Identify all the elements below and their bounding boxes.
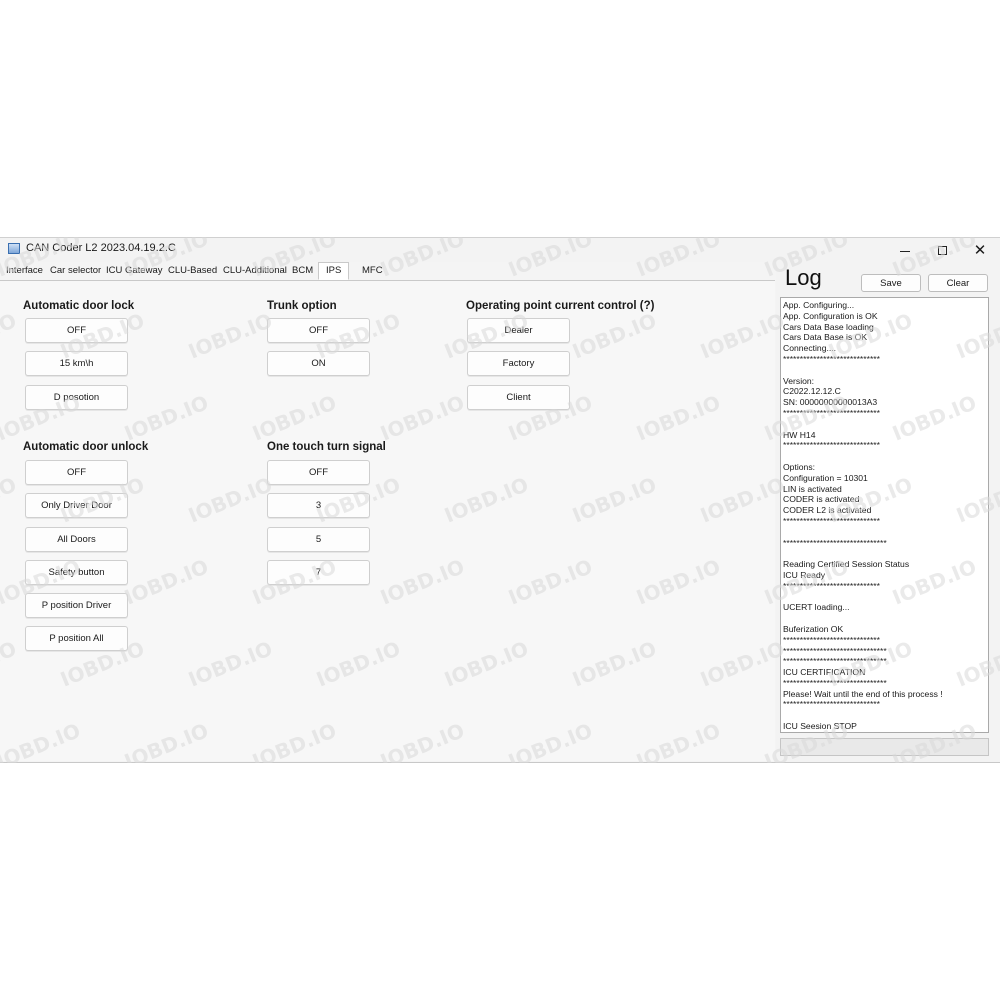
tab-car-selector[interactable]: Car selector	[48, 264, 103, 277]
log-output[interactable]: App. Configuring... App. Configuration is…	[780, 297, 989, 733]
maximize-button[interactable]	[923, 238, 961, 262]
one-touch-5-button[interactable]: 5	[267, 527, 370, 552]
log-line: Cars Data Base is OK	[783, 332, 868, 343]
log-line: Version:	[783, 375, 815, 386]
log-line: SN: 00000000000013A3	[783, 397, 878, 408]
one-touch-7-button[interactable]: 7	[267, 560, 370, 585]
tab-icu-gateway[interactable]: ICU Gateway	[104, 264, 165, 277]
log-line: LIN is activated	[783, 483, 842, 494]
log-status-bar	[780, 738, 989, 756]
log-line: Configuration = 10301	[783, 472, 868, 483]
log-line: ICU Seesion STOP	[783, 721, 857, 732]
trunk-off-button[interactable]: OFF	[267, 318, 370, 343]
log-line: *******************************	[783, 537, 887, 548]
auto-unlock-safety-button[interactable]: Safety button	[25, 560, 128, 585]
screen: CAN Coder L2 2023.04.19.2.C ✕ Interface …	[0, 0, 1000, 1000]
log-line: ICU Ready	[783, 569, 826, 580]
auto-unlock-driver-door-button[interactable]: Only Driver Door	[25, 493, 128, 518]
auto-lock-off-button[interactable]: OFF	[25, 318, 128, 343]
log-panel: Log Save Clear App. Configuring... App. C…	[776, 262, 1000, 762]
log-line: *******************************	[783, 677, 887, 688]
window-title: CAN Coder L2 2023.04.19.2.C	[26, 242, 176, 254]
tab-clu-based[interactable]: CLU-Based	[166, 264, 219, 277]
log-title: Log	[785, 265, 822, 290]
op-factory-button[interactable]: Factory	[467, 351, 570, 376]
trunk-option-title: Trunk option	[267, 300, 337, 312]
ips-panel: Automatic door lock OFF 15 km\h D posoti…	[0, 281, 775, 761]
log-line: HW H14	[783, 429, 816, 440]
log-line: CODER L2 is activated	[783, 505, 872, 516]
log-line: *******************************	[783, 656, 887, 667]
tab-mfc[interactable]: MFC	[360, 264, 385, 277]
minimize-button[interactable]	[886, 238, 924, 262]
log-line: Cars Data Base loading	[783, 321, 874, 332]
one-touch-3-button[interactable]: 3	[267, 493, 370, 518]
tab-interface[interactable]: Interface	[4, 264, 45, 277]
log-line: Please! Wait until the end of this proce…	[783, 688, 943, 699]
log-line: Options:	[783, 461, 816, 472]
maximize-icon	[937, 245, 947, 255]
log-line: ICU CERTIFICATION	[783, 667, 866, 678]
auto-lock-title: Automatic door lock	[23, 300, 135, 312]
tab-ips[interactable]: IPS	[318, 262, 350, 280]
log-save-button[interactable]: Save	[861, 274, 921, 292]
log-line: UCERT loading...	[783, 602, 850, 613]
title-bar[interactable]: CAN Coder L2 2023.04.19.2.C ✕	[0, 238, 1000, 262]
op-dealer-button[interactable]: Dealer	[467, 318, 570, 343]
app-icon	[8, 243, 20, 254]
log-line: *****************************	[783, 407, 880, 418]
auto-unlock-p-driver-button[interactable]: P position Driver	[25, 593, 128, 618]
log-line: *****************************	[783, 440, 880, 451]
log-line: App. Configuring...	[783, 300, 855, 310]
log-line: App. Configuration is OK	[783, 310, 878, 321]
log-line: C2022.12.12.C	[783, 386, 841, 397]
log-line: Buferization OK	[783, 623, 844, 634]
log-line: *******************************	[783, 645, 887, 656]
log-line: *****************************	[783, 699, 880, 710]
auto-unlock-p-all-button[interactable]: P position All	[25, 626, 128, 651]
log-line: Connecting....	[783, 343, 837, 354]
log-line: *****************************	[783, 515, 880, 526]
tab-bcm[interactable]: BCM	[290, 264, 315, 277]
log-line: *****************************	[783, 634, 880, 645]
auto-unlock-off-button[interactable]: OFF	[25, 460, 128, 485]
tab-bar: Interface Car selector ICU Gateway CLU-B…	[0, 262, 775, 281]
log-line: *****************************	[783, 732, 986, 733]
auto-lock-15kmh-button[interactable]: 15 km\h	[25, 351, 128, 376]
one-touch-off-button[interactable]: OFF	[267, 460, 370, 485]
tab-clu-additional[interactable]: CLU-Additional	[221, 264, 289, 277]
minimize-icon	[900, 250, 910, 252]
log-clear-button[interactable]: Clear	[928, 274, 988, 292]
operating-point-title: Operating point current control (?)	[466, 300, 655, 312]
close-icon: ✕	[973, 241, 987, 259]
app-window: CAN Coder L2 2023.04.19.2.C ✕ Interface …	[0, 237, 1000, 763]
log-line: *****************************	[783, 353, 880, 364]
auto-lock-d-position-button[interactable]: D posotion	[25, 385, 128, 410]
log-line: CODER is activated	[783, 494, 860, 505]
trunk-on-button[interactable]: ON	[267, 351, 370, 376]
auto-unlock-all-doors-button[interactable]: All Doors	[25, 527, 128, 552]
log-line: Reading Certified Session Status	[783, 559, 910, 570]
log-line: *****************************	[783, 580, 880, 591]
one-touch-title: One touch turn signal	[267, 441, 386, 453]
close-button[interactable]: ✕	[961, 238, 999, 262]
auto-unlock-title: Automatic door unlock	[23, 441, 149, 453]
op-client-button[interactable]: Client	[467, 385, 570, 410]
